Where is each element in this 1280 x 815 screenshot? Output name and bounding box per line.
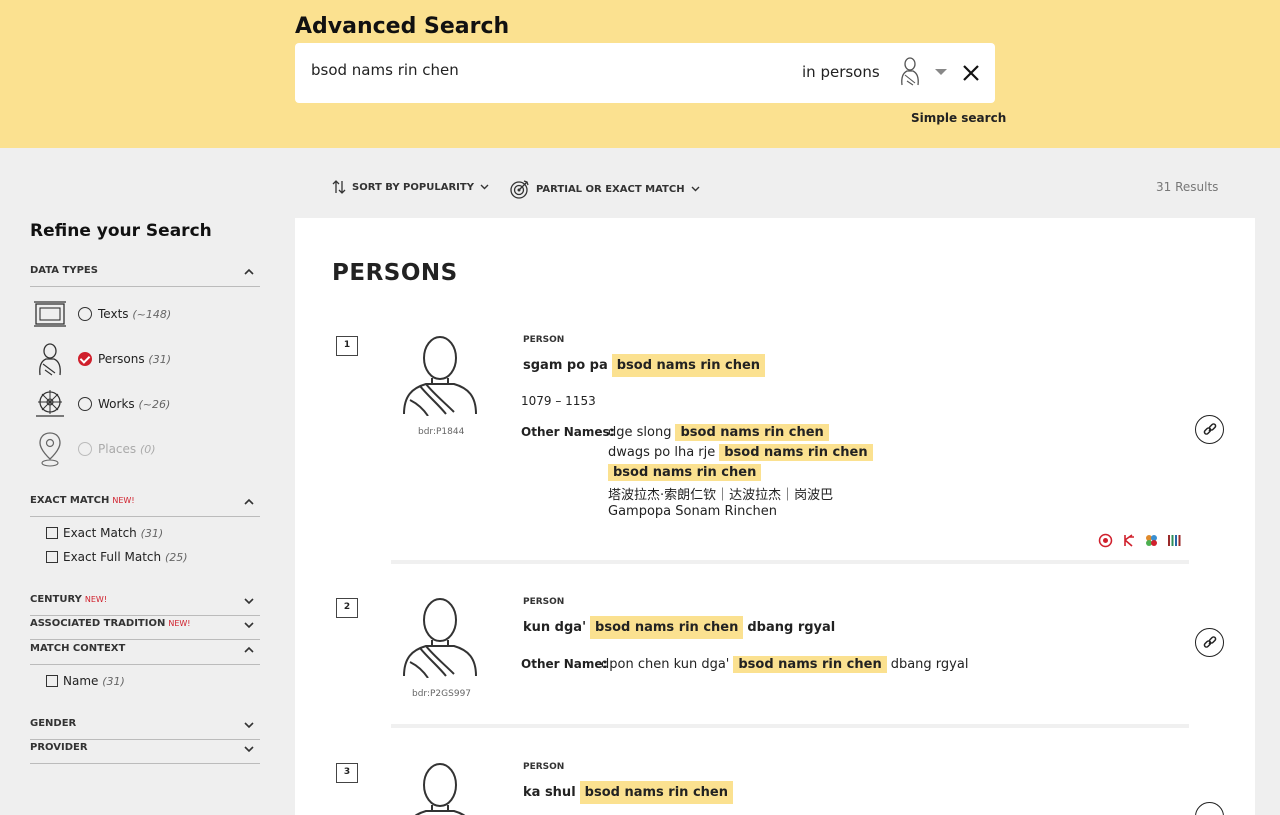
search-input[interactable] [311,61,751,79]
exact-match-heading[interactable]: EXACT MATCH NEW! [30,495,260,517]
radio-persons[interactable] [78,352,92,366]
provider-wheel-icon[interactable] [1144,533,1159,548]
caret-down-icon[interactable] [935,69,947,75]
person-icon [39,343,61,376]
match-label: PARTIAL OR EXACT MATCH [536,183,685,195]
chevron-down-icon [691,186,700,192]
data-types-heading[interactable]: DATA TYPES [30,265,260,287]
simple-search-link[interactable]: Simple search [911,111,1006,125]
other-name: dge slong bsod nams rin chen [608,424,829,441]
match-highlight: bsod nams rin chen [611,354,766,377]
filter-works[interactable]: Works (~26) [30,384,170,424]
chevron-down-icon [480,184,489,190]
result-separator [391,724,1189,728]
other-name: 塔波拉杰·索朗仁钦｜达波拉杰｜岗波巴 [608,488,834,503]
filter-exact-match[interactable]: Exact Match (31) [46,526,163,540]
sort-label: SORT BY POPULARITY [352,181,474,193]
place-icon [39,432,61,467]
section-title: PERSONS [332,260,458,286]
match-highlight: bsod nams rin chen [719,444,873,461]
match-highlight: bsod nams rin chen [733,656,887,673]
match-highlight: bsod nams rin chen [579,781,733,804]
other-name: bsod nams rin chen [608,464,762,481]
sort-dropdown[interactable]: SORT BY POPULARITY [332,179,489,195]
link-icon [1203,422,1216,435]
filter-texts[interactable]: Texts (~148) [30,294,171,334]
century-heading[interactable]: CENTURY NEW! [30,594,260,616]
person-avatar-icon[interactable] [402,334,480,416]
filter-places[interactable]: Places (0) [30,429,156,469]
result-title[interactable]: sgam po pa bsod nams rin chen [523,354,766,377]
scope-label: in persons [802,63,880,81]
search-box: in persons [295,43,995,103]
result-kind: PERSON [523,335,565,345]
result-separator [391,560,1189,564]
result-number: 1 [336,336,358,356]
permalink-button[interactable] [1195,628,1224,657]
work-icon [36,390,64,417]
person-avatar-icon[interactable] [402,761,480,815]
close-icon[interactable] [961,63,981,83]
refine-title: Refine your Search [30,221,212,241]
chevron-up-icon [244,646,254,653]
checkbox[interactable] [46,675,58,687]
results-count: 31 Results [1156,180,1219,194]
provider-wikidata-icon[interactable] [1167,533,1182,548]
match-highlight: bsod nams rin chen [608,464,762,481]
provider-bdrc-icon[interactable] [1098,533,1113,548]
match-context-heading[interactable]: MATCH CONTEXT [30,643,260,665]
checkbox[interactable] [46,527,58,539]
chevron-down-icon [244,722,254,729]
chevron-down-icon [244,622,254,629]
text-icon [34,301,66,327]
target-icon [510,180,529,199]
result-number: 3 [336,763,358,783]
chevron-down-icon [244,746,254,753]
checkbox[interactable] [46,551,58,563]
person-avatar-icon[interactable] [402,596,480,678]
result-number: 2 [336,598,358,618]
filter-persons[interactable]: Persons (31) [30,339,171,379]
radio-texts[interactable] [78,307,92,321]
match-highlight: bsod nams rin chen [590,616,744,639]
other-name: Gampopa Sonam Rinchen [608,504,777,519]
permalink-button[interactable] [1195,415,1224,444]
match-highlight: bsod nams rin chen [675,424,829,441]
tradition-heading[interactable]: ASSOCIATED TRADITION NEW! [30,618,260,640]
provider-chinese-icon[interactable] [1121,533,1136,548]
match-dropdown[interactable]: PARTIAL OR EXACT MATCH [510,179,700,199]
other-names-label: Other Names: [521,425,615,439]
filter-name[interactable]: Name (31) [46,674,125,688]
provider-heading[interactable]: PROVIDER [30,742,260,764]
chevron-up-icon [244,268,254,275]
other-name: dpon chen kun dga' bsod nams rin chen db… [601,656,969,673]
link-icon [1203,635,1216,648]
sort-icon [332,180,346,194]
result-title[interactable]: kun dga' bsod nams rin chen dbang rgyal [523,616,835,639]
result-kind: PERSON [523,597,565,607]
chevron-down-icon [244,598,254,605]
person-icon[interactable] [893,55,927,89]
result-id: bdr:P2GS997 [412,689,472,699]
filter-exact-full-match[interactable]: Exact Full Match (25) [46,550,188,564]
result-dates: 1079 – 1153 [521,394,596,408]
result-title[interactable]: ka shul bsod nams rin chen [523,781,733,804]
result-kind: PERSON [523,762,565,772]
other-name: dwags po lha rje bsod nams rin chen [608,444,873,461]
other-names-label: Other Name: [521,657,608,671]
chevron-up-icon [244,498,254,505]
radio-places[interactable] [78,442,92,456]
radio-works[interactable] [78,397,92,411]
result-id: bdr:P1844 [418,427,465,437]
page-title: Advanced Search [295,14,510,39]
gender-heading[interactable]: GENDER [30,718,260,740]
provider-icons [1098,533,1182,548]
